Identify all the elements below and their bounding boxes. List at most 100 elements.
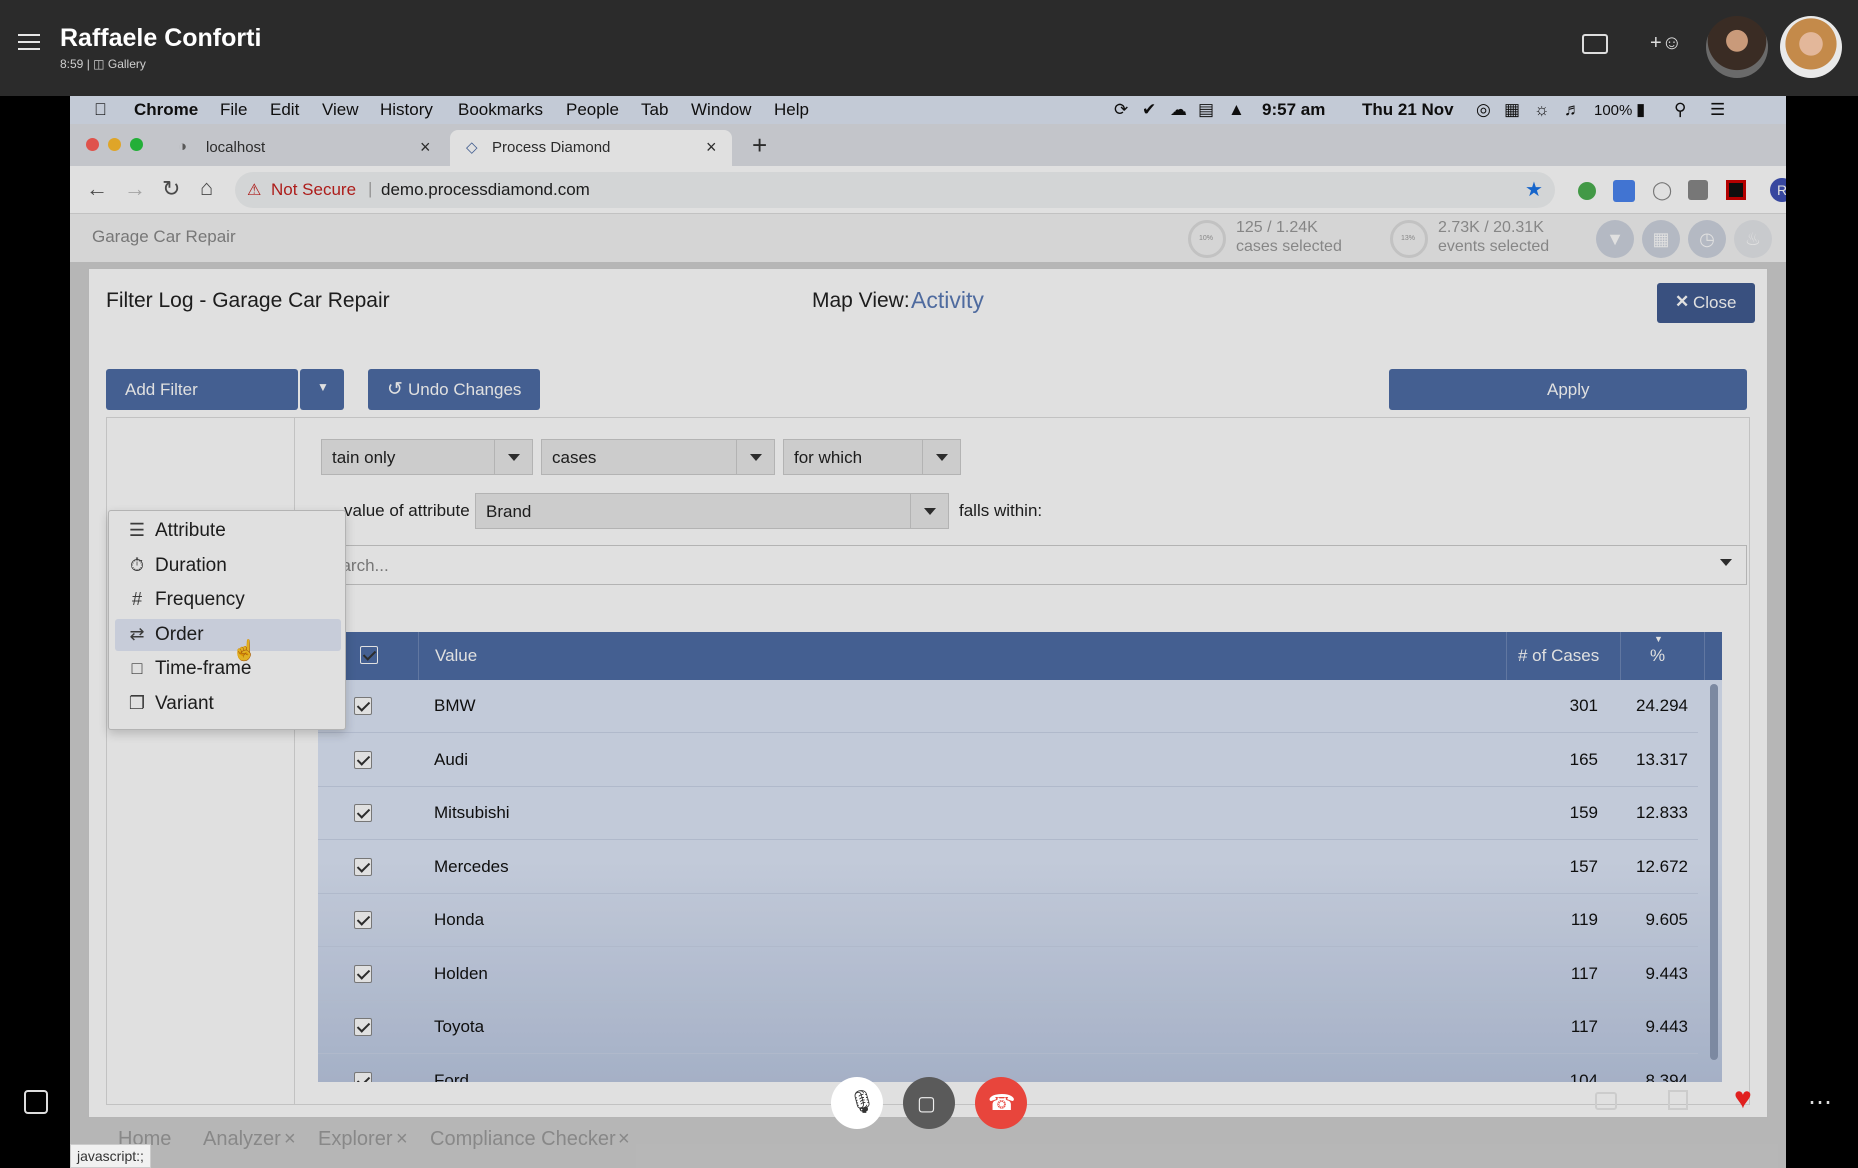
tab-explorer[interactable]: Explorer (318, 1128, 392, 1151)
row-checkbox[interactable] (354, 804, 372, 822)
attribute-select[interactable]: Brand (475, 493, 949, 529)
dropdown-item-duration[interactable]: ⏱ Duration (115, 550, 341, 582)
menu-edit[interactable]: Edit (270, 100, 299, 120)
row-checkbox[interactable] (354, 697, 372, 715)
notification-center-icon[interactable]: ☰ (1710, 100, 1725, 120)
back-icon[interactable]: ← (86, 176, 108, 202)
volume-icon[interactable]: ♬ (1564, 100, 1581, 120)
microphone-button[interactable]: 🎙 (831, 1077, 883, 1129)
cloud-icon[interactable]: ☁ (1170, 100, 1187, 120)
value-column-header[interactable]: Value (435, 646, 477, 666)
search-input[interactable]: earch... (321, 545, 1747, 585)
dropdown-item-frequency[interactable]: # Frequency (115, 584, 341, 616)
screen-share-icon[interactable] (1582, 34, 1608, 54)
caret-down-icon[interactable] (1720, 559, 1732, 566)
maximize-window-button[interactable] (130, 138, 143, 151)
battery-icon[interactable]: ▮ (1636, 100, 1645, 120)
check-icon[interactable]: ✔ (1142, 100, 1156, 120)
glasses-icon[interactable]: ◎ (1476, 100, 1491, 120)
apple-icon[interactable]:  (94, 100, 107, 120)
table-row[interactable]: Honda 119 9.605 (318, 894, 1698, 947)
cases-select[interactable]: cases (541, 439, 775, 475)
row-checkbox[interactable] (354, 964, 372, 983)
table-scrollbar[interactable] (1710, 684, 1718, 1060)
close-tab-icon[interactable]: × (284, 1128, 296, 1151)
url-box[interactable]: ⚠ Not Secure | demo.processdiamond.com ★ (235, 172, 1555, 208)
bell-icon[interactable]: ♨ (1734, 220, 1772, 258)
row-checkbox[interactable] (354, 1071, 372, 1082)
close-tab-icon[interactable]: × (420, 137, 431, 158)
row-checkbox[interactable] (354, 1018, 372, 1036)
menu-people[interactable]: People (566, 100, 619, 120)
tab-localhost[interactable]: ◑ localhost × (158, 130, 448, 166)
menu-app[interactable]: Chrome (134, 100, 198, 120)
stack-icon[interactable]: ▤ (1198, 100, 1214, 120)
menu-file[interactable]: File (220, 100, 247, 120)
table-row[interactable]: Mercedes 157 12.672 (318, 841, 1698, 894)
menu-help[interactable]: Help (774, 100, 809, 120)
reload-icon[interactable]: ↻ (162, 176, 180, 202)
more-options-icon[interactable]: ⋯ (1808, 1088, 1832, 1117)
table-row[interactable]: Holden 117 9.443 (318, 948, 1698, 1001)
screenshot-icon[interactable] (24, 1090, 48, 1114)
close-tab-icon[interactable]: × (706, 137, 717, 158)
home-icon[interactable]: ⌂ (200, 175, 213, 201)
tab-analyzer[interactable]: Analyzer (203, 1128, 281, 1151)
close-button[interactable]: ✕ Close (1657, 283, 1755, 323)
clock-date[interactable]: Thu 21 Nov (1362, 100, 1454, 120)
row-checkbox[interactable] (354, 911, 372, 929)
clock-time[interactable]: 9:57 am (1262, 100, 1325, 120)
dropdown-item-order[interactable]: ⇄ Order (115, 618, 341, 651)
hat-icon[interactable]: ▲ (1228, 100, 1245, 120)
undo-changes-button[interactable]: ↺ Undo Changes (368, 369, 540, 410)
cases-column-header[interactable]: # of Cases (1518, 646, 1599, 666)
sync-icon[interactable]: ⟳ (1114, 100, 1128, 120)
camera-off-button[interactable]: ▢ (903, 1077, 955, 1129)
retain-select[interactable]: tain only (321, 439, 533, 475)
table-row[interactable]: Mitsubishi 159 12.833 (318, 787, 1698, 840)
bookmark-star-icon[interactable]: ★ (1525, 177, 1543, 202)
end-call-button[interactable]: ☎ (975, 1077, 1027, 1129)
hamburger-menu-icon[interactable] (18, 34, 40, 50)
translate-icon[interactable] (1613, 180, 1635, 202)
clock-icon[interactable]: ◷ (1688, 220, 1726, 258)
filter-icon[interactable]: ▼ (1596, 220, 1634, 258)
close-window-button[interactable] (86, 138, 99, 151)
add-participant-icon[interactable]: +☺ (1650, 32, 1682, 55)
dropdown-item-variant[interactable]: ❐ Variant (115, 688, 341, 720)
heart-reaction-icon[interactable]: ♥ (1734, 1082, 1752, 1116)
menu-tab[interactable]: Tab (641, 100, 668, 120)
add-filter-toggle[interactable]: ▼ (300, 369, 344, 410)
battery-percent[interactable]: 100% (1594, 102, 1632, 119)
for-which-select[interactable]: for which (783, 439, 961, 475)
table-row[interactable]: Audi 165 13.317 (318, 734, 1698, 787)
extension-green-icon[interactable] (1578, 182, 1596, 200)
chat-icon[interactable] (1595, 1092, 1617, 1110)
close-tab-icon[interactable]: × (396, 1128, 408, 1151)
select-all-checkbox[interactable] (360, 646, 378, 664)
dropdown-item-attribute[interactable]: ☰ Attribute (115, 515, 341, 547)
row-checkbox[interactable] (354, 857, 372, 876)
row-checkbox[interactable] (354, 750, 372, 769)
extension-box-icon[interactable] (1688, 180, 1708, 200)
forward-icon[interactable]: → (124, 176, 146, 202)
add-filter-button[interactable]: Add Filter (106, 369, 298, 410)
extension-icon[interactable]: ◯ (1652, 180, 1672, 201)
wifi-icon[interactable]: ☼ (1534, 100, 1550, 120)
tab-process-diamond[interactable]: ◇ Process Diamond × (450, 130, 732, 166)
switch-view-icon[interactable] (1668, 1090, 1688, 1110)
breadcrumb[interactable]: Garage Car Repair (92, 227, 236, 247)
table-row[interactable]: BMW 301 24.294 (318, 680, 1698, 733)
table-row[interactable]: Toyota 117 9.443 (318, 1001, 1698, 1054)
apply-button[interactable]: Apply (1389, 369, 1747, 410)
keyboard-icon[interactable]: ▦ (1504, 100, 1520, 120)
minimize-window-button[interactable] (108, 138, 121, 151)
close-tab-icon[interactable]: × (618, 1128, 630, 1151)
percent-column-header[interactable]: % (1650, 646, 1665, 666)
extension-dark-icon[interactable] (1726, 180, 1746, 200)
save-icon[interactable]: ▦ (1642, 220, 1680, 258)
dropdown-item-time-frame[interactable]: □ Time-frame (115, 653, 341, 685)
participant-avatar[interactable] (1706, 16, 1768, 78)
tab-compliance-checker[interactable]: Compliance Checker (430, 1128, 616, 1151)
spotlight-search-icon[interactable]: ⚲ (1674, 100, 1686, 120)
